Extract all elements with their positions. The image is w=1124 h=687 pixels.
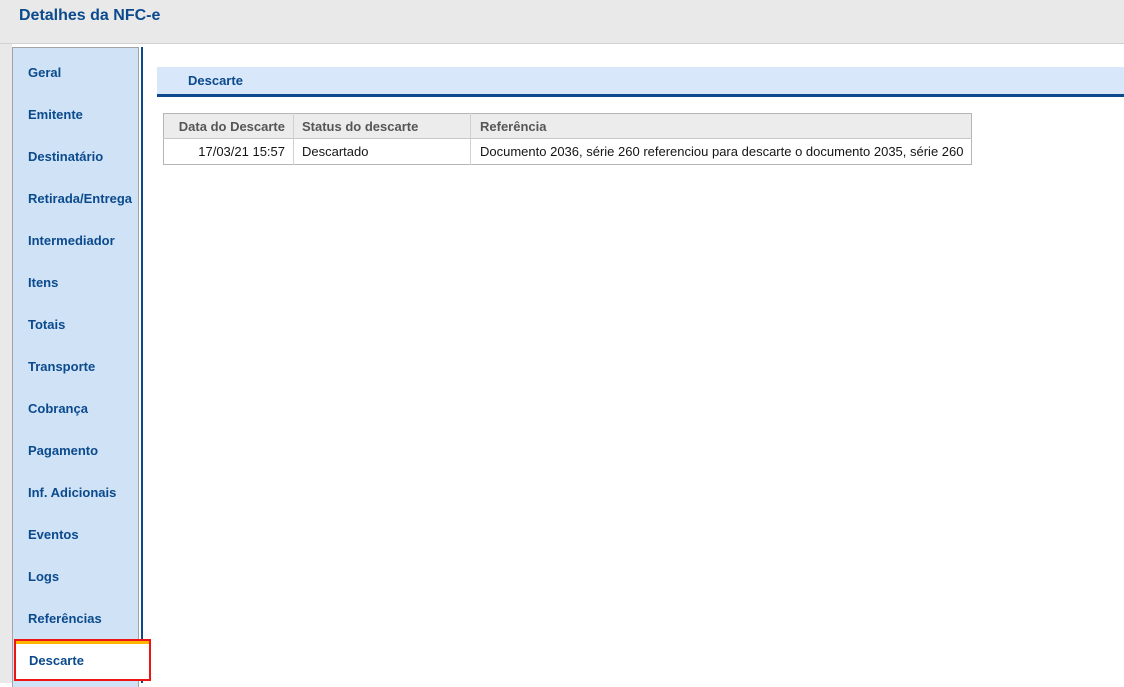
sidebar-item-transporte[interactable]: Transporte <box>13 345 138 387</box>
sidebar-item-label: Totais <box>28 316 66 332</box>
sidebar-item-destinatario[interactable]: Destinatário <box>13 135 138 177</box>
sidebar-item-label: Pagamento <box>28 442 99 458</box>
sidebar-item-totais[interactable]: Totais <box>13 303 138 345</box>
sidebar-item-intermediador[interactable]: Intermediador <box>13 219 138 261</box>
sidebar-item-label: Referências <box>28 610 102 626</box>
section-title: Descarte <box>188 73 243 88</box>
descarte-table: Data do Descarte Status do descarte Referê… <box>163 113 973 165</box>
table-cell: 17/03/21 15:57 <box>163 138 294 165</box>
sidebar-item-itens[interactable]: Itens <box>13 261 138 303</box>
sidebar-item-label: Emitente <box>28 106 83 122</box>
sidebar-item-label: Transporte <box>28 358 96 374</box>
sidebar-item-cobranca[interactable]: Cobrança <box>13 387 138 429</box>
sidebar-item-label: Itens <box>28 274 59 290</box>
sidebar-item-label: Inf. Adicionais <box>28 484 117 500</box>
sidebar: Geral Emitente Destinatário Retirada/Entreg… <box>12 47 151 687</box>
topbar: Detalhes da NFC-e <box>0 0 1124 44</box>
sidebar-item-inf-adicionais[interactable]: Inf. Adicionais <box>13 471 138 513</box>
section-header: Descarte <box>157 67 1124 97</box>
sidebar-item-logs[interactable]: Logs <box>13 555 138 597</box>
sidebar-item-pagamento[interactable]: Pagamento <box>13 429 138 471</box>
sidebar-item-eventos[interactable]: Eventos <box>13 513 138 555</box>
left-gutter <box>0 44 12 683</box>
table-body: 17/03/21 15:57 Descartado Documento 2036, … <box>163 138 972 165</box>
column-header: Data do Descarte <box>163 113 294 139</box>
sidebar-item-label: Retirada/Entrega <box>28 190 133 206</box>
sidebar-item-label: Eventos <box>28 526 79 542</box>
sidebar-item-label: Intermediador <box>28 232 115 248</box>
sidebar-item-label: Destinatário <box>28 148 104 164</box>
sidebar-item-retirada-entrega[interactable]: Retirada/Entrega <box>13 177 138 219</box>
table-row: 17/03/21 15:57 Descartado Documento 2036, … <box>163 138 972 165</box>
sidebar-item-label: Logs <box>28 568 60 584</box>
page-title: Detalhes da NFC-e <box>19 7 161 24</box>
column-header: Status do descarte <box>293 113 471 139</box>
sidebar-content-divider <box>141 47 143 683</box>
sidebar-item-referencias[interactable]: Referências <box>13 597 138 639</box>
sidebar-item-descarte[interactable]: Descarte <box>14 639 151 681</box>
table-cell: Documento 2036, série 260 referenciou pa… <box>469 138 972 165</box>
sidebar-item-label: Geral <box>28 64 62 80</box>
sidebar-item-label: Cobrança <box>28 400 88 416</box>
table-cell: Descartado <box>293 138 471 165</box>
sidebar-item-geral[interactable]: Geral <box>13 51 138 93</box>
column-header: Referência <box>469 113 972 139</box>
sidebar-item-label: Descarte <box>29 652 84 668</box>
sidebar-item-emitente[interactable]: Emitente <box>13 93 138 135</box>
table-header-row: Data do Descarte Status do descarte Referê… <box>163 113 972 139</box>
